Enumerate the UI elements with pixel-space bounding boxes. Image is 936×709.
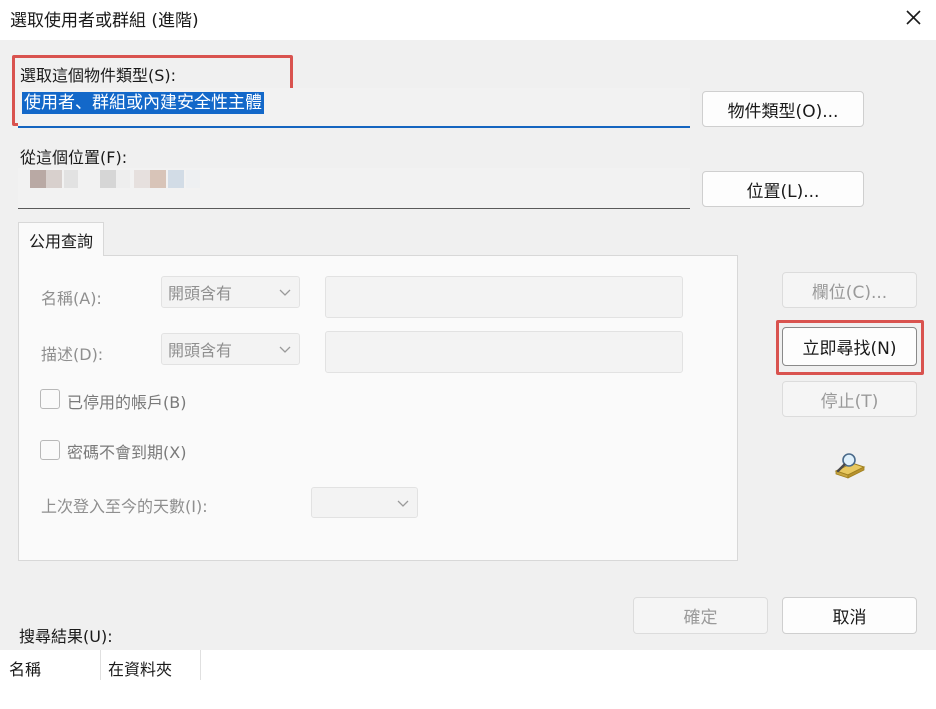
location-field — [18, 168, 690, 209]
ok-button[interactable]: 確定 — [633, 597, 768, 634]
description-mode-value: 開頭含有 — [168, 341, 233, 360]
name-query-input[interactable] — [325, 276, 683, 318]
name-mode-select[interactable]: 開頭含有 — [161, 276, 300, 308]
tab-common-queries[interactable]: 公用查詢 — [18, 222, 104, 256]
location-label: 從這個位置(F): — [20, 148, 128, 167]
chevron-down-icon — [279, 346, 291, 353]
window-title: 選取使用者或群組 (進階) — [10, 11, 199, 31]
non-expiring-password-checkbox[interactable] — [40, 440, 60, 460]
disabled-accounts-checkbox[interactable] — [40, 389, 60, 409]
object-type-value: 使用者、群組或內建安全性主體 — [22, 92, 264, 114]
chevron-down-icon — [397, 500, 409, 507]
column-separator[interactable] — [200, 650, 201, 680]
description-mode-select[interactable]: 開頭含有 — [161, 333, 300, 365]
column-separator[interactable] — [100, 650, 101, 680]
days-since-logon-select[interactable] — [311, 487, 418, 518]
search-icon — [832, 451, 866, 479]
results-list[interactable]: 名稱 在資料夾 — [0, 650, 936, 709]
find-now-button[interactable]: 立即尋找(N) — [782, 327, 917, 366]
description-query-input[interactable] — [325, 331, 683, 373]
object-types-button[interactable]: 物件類型(O)... — [702, 91, 864, 127]
object-type-label: 選取這個物件類型(S): — [20, 66, 177, 85]
name-mode-value: 開頭含有 — [168, 284, 233, 303]
days-since-logon-label: 上次登入至今的天數(I): — [41, 497, 208, 516]
cancel-button[interactable]: 取消 — [782, 597, 917, 634]
disabled-accounts-label: 已停用的帳戶(B) — [67, 393, 187, 412]
redacted-location-icon — [30, 170, 200, 188]
non-expiring-password-label: 密碼不會到期(X) — [67, 443, 187, 462]
column-header-name[interactable]: 名稱 — [9, 656, 41, 680]
stop-button[interactable]: 停止(T) — [782, 381, 917, 417]
column-header-in-folder[interactable]: 在資料夾 — [108, 656, 172, 680]
chevron-down-icon — [279, 289, 291, 296]
columns-button[interactable]: 欄位(C)... — [782, 272, 917, 308]
name-label: 名稱(A): — [41, 289, 102, 308]
description-label: 描述(D): — [41, 345, 104, 364]
search-results-label: 搜尋結果(U): — [19, 627, 113, 646]
close-icon[interactable] — [898, 2, 928, 32]
locations-button[interactable]: 位置(L)... — [702, 171, 864, 207]
